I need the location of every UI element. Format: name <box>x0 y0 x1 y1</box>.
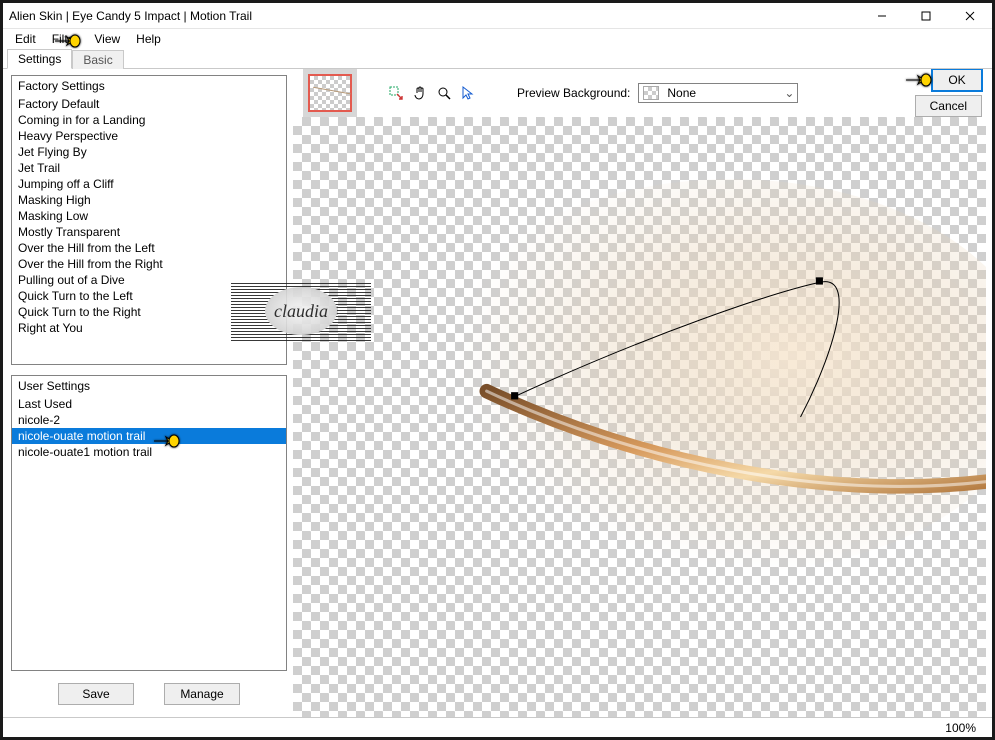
selection-tool-icon <box>388 85 404 101</box>
list-item[interactable]: Heavy Perspective <box>12 128 286 144</box>
chevron-down-icon: ⌄ <box>781 86 797 100</box>
list-item[interactable]: Over the Hill from the Left <box>12 240 286 256</box>
list-item[interactable]: Jet Flying By <box>12 144 286 160</box>
preview-bg-combo[interactable]: None ⌄ <box>638 83 798 103</box>
list-item[interactable]: nicole-2 <box>12 412 286 428</box>
list-item[interactable]: Last Used <box>12 396 286 412</box>
ok-button[interactable]: OK <box>932 69 982 91</box>
manage-button[interactable]: Manage <box>164 683 240 705</box>
pointer-tool-button[interactable] <box>457 82 479 104</box>
menu-bar: Edit Filter View Help <box>3 29 992 49</box>
app-window: Alien Skin | Eye Candy 5 Impact | Motion… <box>0 0 995 740</box>
list-item[interactable]: Factory Default <box>12 96 286 112</box>
user-settings-header: User Settings <box>12 376 286 396</box>
minimize-icon <box>877 11 887 21</box>
list-item[interactable]: nicole-ouate1 motion trail <box>12 444 286 460</box>
title-bar: Alien Skin | Eye Candy 5 Impact | Motion… <box>3 3 992 29</box>
close-button[interactable] <box>948 3 992 28</box>
preview-toolbar <box>385 82 479 104</box>
list-item[interactable]: Quick Turn to the Right <box>12 304 286 320</box>
list-item[interactable]: Mostly Transparent <box>12 224 286 240</box>
dialog-button-col: OK Cancel <box>915 69 986 117</box>
right-top-row: Preview Background: None ⌄ OK Cancel <box>293 69 992 117</box>
hand-tool-icon <box>412 85 428 101</box>
factory-settings-header: Factory Settings <box>12 76 286 96</box>
list-item[interactable]: Quick Turn to the Left <box>12 288 286 304</box>
cancel-button[interactable]: Cancel <box>915 95 982 117</box>
zoom-level: 100% <box>945 721 976 735</box>
transparency-swatch-icon <box>643 86 659 100</box>
list-item[interactable]: Masking High <box>12 192 286 208</box>
minimize-button[interactable] <box>860 3 904 28</box>
window-controls <box>860 3 992 28</box>
list-item-selected[interactable]: nicole-ouate motion trail <box>12 428 286 444</box>
zoom-tool-icon <box>436 85 452 101</box>
left-button-row: Save Manage <box>11 681 287 711</box>
tab-row: Settings Basic <box>3 49 992 69</box>
close-icon <box>965 11 975 21</box>
menu-edit[interactable]: Edit <box>7 30 44 48</box>
preview-thumbnail-frame <box>303 69 357 117</box>
user-settings-list[interactable]: User Settings Last Used nicole-2 nicole-… <box>11 375 287 671</box>
list-item[interactable]: Jet Trail <box>12 160 286 176</box>
maximize-icon <box>921 11 931 21</box>
main-area: Factory Settings Factory Default Coming … <box>3 69 992 717</box>
preview-bg-value: None <box>663 86 781 100</box>
menu-view[interactable]: View <box>86 30 128 48</box>
preview-artwork <box>293 117 986 717</box>
tab-settings[interactable]: Settings <box>7 49 72 69</box>
tab-basic[interactable]: Basic <box>72 50 123 69</box>
factory-settings-list[interactable]: Factory Settings Factory Default Coming … <box>11 75 287 365</box>
left-pane: Factory Settings Factory Default Coming … <box>3 69 293 717</box>
list-item[interactable]: Right at You <box>12 320 286 336</box>
list-item[interactable]: Masking Low <box>12 208 286 224</box>
pointer-annotation <box>904 70 932 90</box>
list-item[interactable]: Jumping off a Cliff <box>12 176 286 192</box>
selection-tool-button[interactable] <box>385 82 407 104</box>
list-item[interactable]: Coming in for a Landing <box>12 112 286 128</box>
menu-filter[interactable]: Filter <box>44 30 87 48</box>
list-item[interactable]: Pulling out of a Dive <box>12 272 286 288</box>
preview-canvas[interactable] <box>293 117 986 717</box>
zoom-tool-button[interactable] <box>433 82 455 104</box>
preview-bg-label: Preview Background: <box>517 86 630 100</box>
window-title: Alien Skin | Eye Candy 5 Impact | Motion… <box>9 9 252 23</box>
list-item[interactable]: Over the Hill from the Right <box>12 256 286 272</box>
preview-thumbnail[interactable] <box>308 74 352 112</box>
status-bar: 100% <box>3 717 992 737</box>
menu-help[interactable]: Help <box>128 30 169 48</box>
pointer-tool-icon <box>460 85 476 101</box>
right-pane: Preview Background: None ⌄ OK Cancel <box>293 69 992 717</box>
hand-tool-button[interactable] <box>409 82 431 104</box>
maximize-button[interactable] <box>904 3 948 28</box>
save-button[interactable]: Save <box>58 683 134 705</box>
